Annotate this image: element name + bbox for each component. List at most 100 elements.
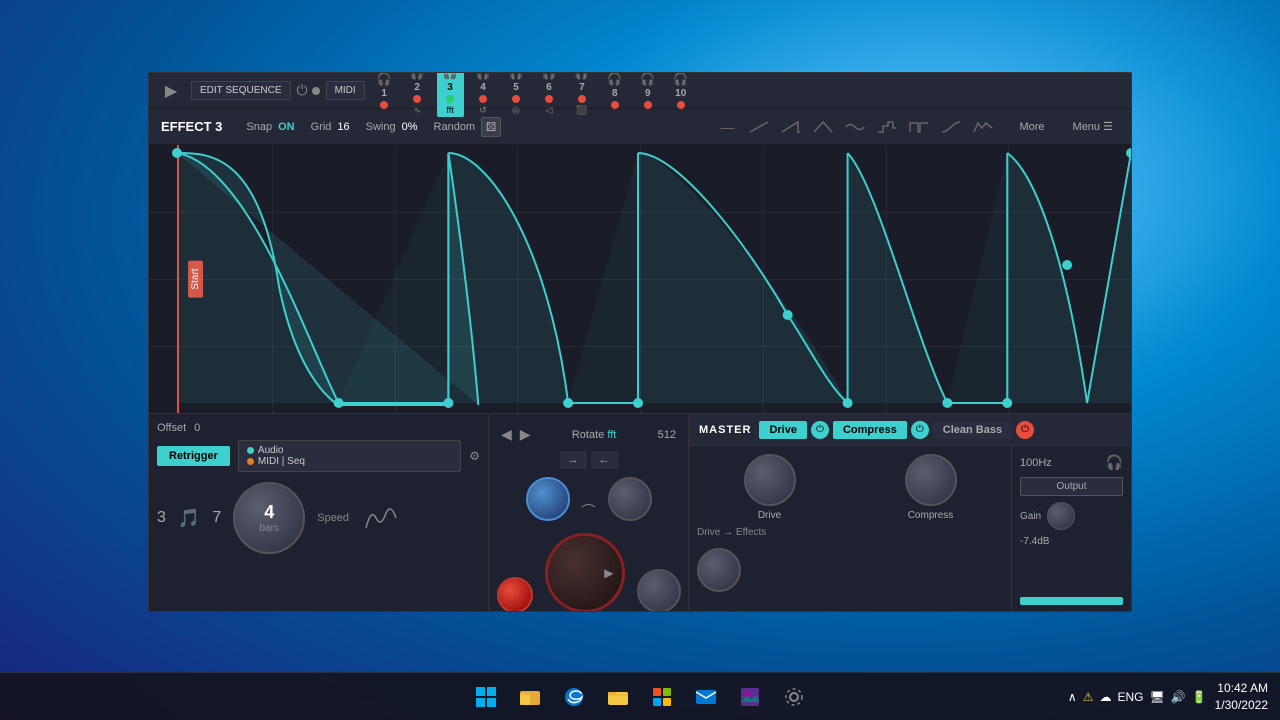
master-tabs: Drive ⏻ Compress ⏻ Clean Bass ⏻ bbox=[759, 421, 1034, 439]
gain-label: Gain bbox=[1020, 511, 1041, 522]
shift-left-button[interactable]: → bbox=[560, 451, 587, 469]
shape-s-button[interactable] bbox=[937, 116, 965, 138]
master-bottom-knob[interactable] bbox=[697, 548, 741, 592]
edit-sequence-button[interactable]: EDIT SEQUENCE bbox=[191, 81, 291, 100]
taskbar-windows-button[interactable] bbox=[466, 677, 506, 717]
track-slot-1[interactable]: 🎧 1 bbox=[371, 72, 398, 111]
master-panel: MASTER Drive ⏻ Compress ⏻ Clean Bass ⏻ D… bbox=[689, 414, 1131, 612]
audio-row: Audio bbox=[247, 445, 452, 456]
shape-pulse-button[interactable] bbox=[905, 116, 933, 138]
gray-knob-bottom[interactable] bbox=[637, 569, 681, 612]
play-button[interactable]: ▶ bbox=[157, 77, 185, 105]
master-header: MASTER Drive ⏻ Compress ⏻ Clean Bass ⏻ bbox=[689, 414, 1131, 446]
taskbar-settings-icon[interactable] bbox=[774, 677, 814, 717]
compress-knob-label: Compress bbox=[908, 510, 954, 521]
taskbar-mail-icon[interactable] bbox=[686, 677, 726, 717]
gray-knob-right[interactable] bbox=[608, 477, 652, 521]
headphone-icon[interactable]: 🎧 bbox=[1106, 454, 1123, 471]
shape-custom-button[interactable] bbox=[969, 116, 997, 138]
app-window: ▶ EDIT SEQUENCE ⏻ MIDI 🎧 1 🎧 2 ∿ 🎧 3 fft bbox=[148, 72, 1132, 612]
speed-waveform bbox=[361, 498, 401, 538]
shape-ramp-button[interactable] bbox=[745, 116, 773, 138]
drive-power-button[interactable]: ⏻ bbox=[811, 421, 829, 439]
num-right: 7 bbox=[212, 509, 221, 527]
taskbar-files-icon[interactable] bbox=[510, 677, 550, 717]
bars-knob-area: 3 🎵 7 4 bars Speed bbox=[157, 482, 480, 554]
drive-tab[interactable]: Drive bbox=[759, 421, 807, 439]
shift-right-button[interactable]: ← bbox=[591, 451, 618, 469]
midi-button[interactable]: MIDI bbox=[326, 81, 365, 100]
random-param: Random ⚄ bbox=[434, 117, 502, 137]
taskbar-store-icon[interactable] bbox=[642, 677, 682, 717]
taskbar-edge-icon[interactable] bbox=[554, 677, 594, 717]
seq-num: 512 bbox=[658, 429, 676, 441]
shape-steps-button[interactable] bbox=[873, 116, 901, 138]
taskbar-photos-icon[interactable] bbox=[730, 677, 770, 717]
grid-param: Grid 16 bbox=[311, 121, 350, 133]
next-arrow[interactable]: ▶ bbox=[520, 426, 531, 443]
shape-tri-button[interactable] bbox=[809, 116, 837, 138]
menu-button[interactable]: Menu ☰ bbox=[1067, 118, 1119, 135]
battery-icon: 🔋 bbox=[1192, 690, 1207, 704]
gain-row: Gain bbox=[1020, 502, 1123, 530]
effect-title: EFFECT 3 bbox=[161, 119, 222, 134]
taskbar-clock[interactable]: 10:42 AM 1/30/2022 bbox=[1215, 680, 1268, 714]
shape-line-button[interactable]: — bbox=[713, 116, 741, 138]
cloud-icon: ☁ bbox=[1099, 690, 1111, 704]
left-controls: Offset 0 Retrigger Audio MIDI | Seq ⚙ bbox=[149, 414, 489, 612]
track-slot-8[interactable]: 🎧 8 bbox=[601, 72, 628, 111]
track-slot-2[interactable]: 🎧 2 ∿ bbox=[404, 72, 431, 118]
gain-knob[interactable] bbox=[1047, 502, 1075, 530]
offset-value: 0 bbox=[194, 422, 200, 434]
settings-icon[interactable]: ⚙ bbox=[469, 449, 480, 463]
bottom-panel: Offset 0 Retrigger Audio MIDI | Seq ⚙ bbox=[149, 413, 1131, 612]
compress-power-button[interactable]: ⏻ bbox=[911, 421, 929, 439]
prev-arrow[interactable]: ◀ bbox=[501, 426, 512, 443]
taskbar-folder-icon[interactable] bbox=[598, 677, 638, 717]
chevron-up-icon[interactable]: ∧ bbox=[1068, 690, 1077, 704]
swing-param: Swing 0% bbox=[366, 121, 418, 133]
bottom-knob-row bbox=[497, 533, 681, 612]
clean-bass-tab[interactable]: Clean Bass bbox=[933, 421, 1012, 439]
track-dot-6 bbox=[545, 95, 553, 103]
track-dot-3 bbox=[446, 95, 454, 103]
effect-bar: EFFECT 3 Snap ON Grid 16 Swing 0% Random… bbox=[149, 109, 1131, 145]
transport-bar: ▶ EDIT SEQUENCE ⏻ MIDI 🎧 1 🎧 2 ∿ 🎧 3 fft bbox=[149, 73, 1131, 109]
compress-tab[interactable]: Compress bbox=[833, 421, 907, 439]
master-left: Drive Compress Drive → Effects bbox=[689, 446, 1011, 612]
drive-knob-wrap: Drive bbox=[744, 454, 796, 521]
shape-saw-button[interactable] bbox=[777, 116, 805, 138]
more-button[interactable]: More bbox=[1013, 119, 1050, 135]
track-dot-10 bbox=[677, 101, 685, 109]
volume-icon[interactable]: 🔊 bbox=[1171, 690, 1186, 704]
bars-number: 4 bbox=[264, 502, 274, 523]
track-slot-9[interactable]: 🎧 9 bbox=[634, 72, 661, 111]
drive-knob-label: Drive bbox=[758, 510, 781, 521]
track-slot-4[interactable]: 🎧 4 ↺ bbox=[470, 72, 497, 118]
bars-unit: bars bbox=[260, 523, 279, 534]
track-slot-3[interactable]: 🎧 3 fft bbox=[437, 72, 464, 117]
red-button[interactable] bbox=[497, 577, 533, 612]
drive-knob[interactable] bbox=[744, 454, 796, 506]
track-slot-7[interactable]: 🎧 7 ⬛ bbox=[568, 72, 595, 118]
sequencer-area[interactable]: Start bbox=[149, 145, 1131, 413]
link-icon: ⌒ bbox=[582, 501, 596, 521]
random-button[interactable]: ⚄ bbox=[481, 117, 501, 137]
track-slot-5[interactable]: 🎧 5 ◎ bbox=[503, 72, 530, 118]
retrigger-button[interactable]: Retrigger bbox=[157, 446, 230, 466]
main-big-knob[interactable] bbox=[545, 533, 625, 612]
blue-knob-left[interactable] bbox=[526, 477, 570, 521]
track-dot-9 bbox=[644, 101, 652, 109]
drive-effects-label: Drive → Effects bbox=[697, 527, 1003, 538]
bars-knob[interactable]: 4 bars bbox=[233, 482, 305, 554]
track-slot-10[interactable]: 🎧 10 bbox=[667, 72, 694, 111]
taskbar-right: ∧ ⚠ ☁ ENG 🖥 🔊 🔋 10:42 AM 1/30/2022 bbox=[1068, 680, 1268, 714]
taskbar-sys-icons: ∧ ⚠ ☁ ENG 🖥 🔊 🔋 bbox=[1068, 690, 1207, 704]
track-dot-7 bbox=[578, 95, 586, 103]
track-slot-6[interactable]: 🎧 6 ◁ bbox=[535, 72, 562, 118]
compress-knob[interactable] bbox=[905, 454, 957, 506]
clean-bass-power-button[interactable]: ⏻ bbox=[1016, 421, 1034, 439]
compress-knob-wrap: Compress bbox=[905, 454, 957, 521]
shape-sine-button[interactable] bbox=[841, 116, 869, 138]
output-button[interactable]: Output bbox=[1020, 477, 1123, 496]
